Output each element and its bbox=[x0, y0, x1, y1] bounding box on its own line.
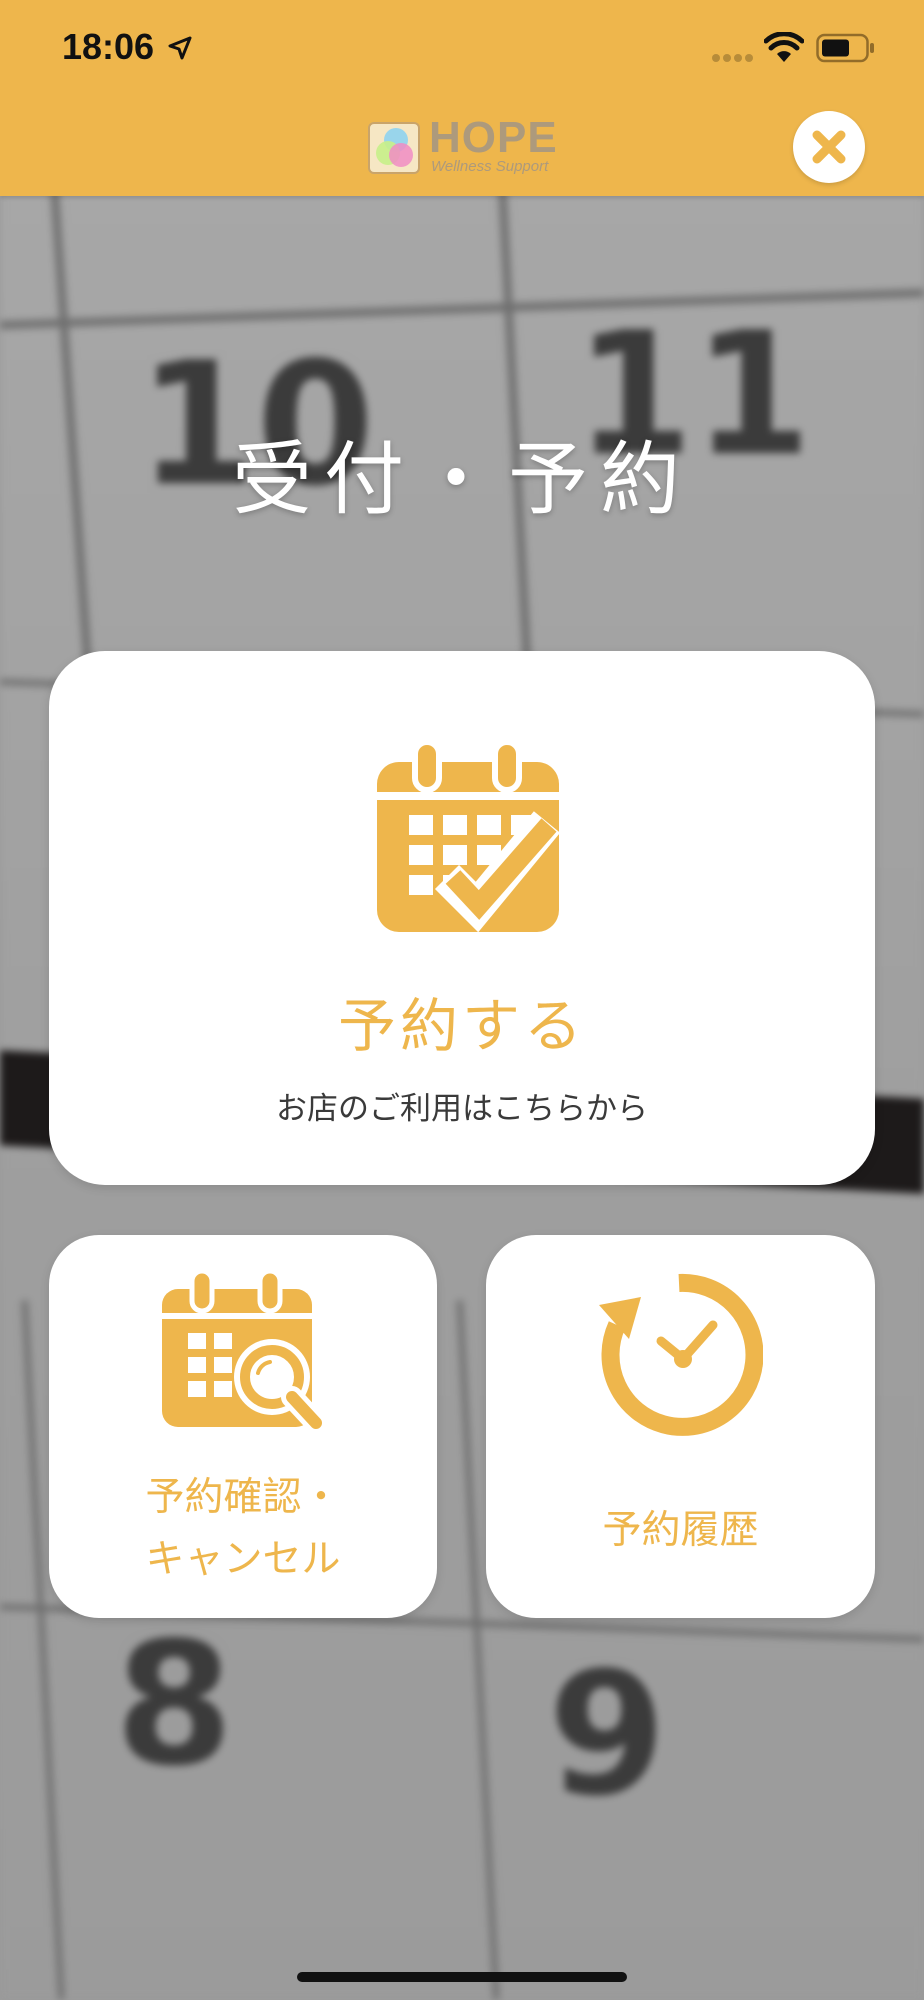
bg-number-9: 9 bbox=[548, 1636, 667, 1834]
close-button[interactable] bbox=[793, 111, 865, 183]
reserve-card[interactable]: 予約する お店のご利用はこちらから bbox=[49, 651, 875, 1185]
location-arrow-icon bbox=[168, 36, 192, 60]
header-bar: 18:06 HOPE Wellness Support bbox=[0, 0, 924, 196]
logo-subtext: Wellness Support bbox=[431, 158, 549, 175]
hope-logo: HOPE Wellness Support bbox=[367, 116, 562, 178]
status-time: 18:06 bbox=[62, 26, 155, 67]
calendar-check-icon bbox=[377, 739, 561, 933]
confirm-cancel-label-line2: キャンセル bbox=[145, 1537, 341, 1582]
page-title: 受付・予約 bbox=[232, 433, 692, 526]
reserve-label: 予約する bbox=[337, 992, 586, 1060]
battery-icon bbox=[816, 33, 874, 63]
history-card[interactable]: 予約履歴 bbox=[486, 1235, 875, 1618]
bg-number-8: 8 bbox=[115, 1606, 234, 1804]
confirm-cancel-label-line1: 予約確認・ bbox=[145, 1475, 341, 1520]
history-clock-icon bbox=[599, 1273, 763, 1436]
close-icon bbox=[812, 130, 846, 164]
logo-text: HOPE bbox=[429, 113, 558, 162]
wifi-icon bbox=[764, 32, 804, 62]
reserve-sublabel: お店のご利用はこちらから bbox=[276, 1091, 648, 1127]
logo-mark-icon bbox=[368, 122, 420, 174]
confirm-cancel-label: 予約確認・ キャンセル bbox=[49, 1467, 437, 1591]
history-label: 予約履歴 bbox=[602, 1508, 759, 1553]
confirm-cancel-card[interactable]: 予約確認・ キャンセル bbox=[49, 1235, 437, 1618]
cellular-signal-icon bbox=[712, 54, 753, 62]
home-indicator[interactable] bbox=[297, 1972, 627, 1982]
calendar-search-icon bbox=[162, 1269, 326, 1436]
